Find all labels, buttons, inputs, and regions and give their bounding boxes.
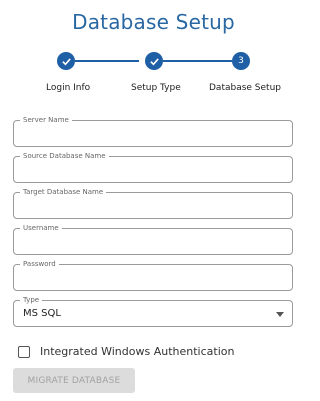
password-field[interactable]: Password: [13, 260, 293, 291]
type-select[interactable]: Type MS SQL: [13, 296, 293, 327]
server-name-label: Server Name: [20, 116, 72, 125]
type-label: Type: [20, 296, 43, 305]
step-connector-1: [75, 60, 139, 62]
username-label: Username: [20, 224, 62, 233]
target-database-name-label: Target Database Name: [20, 188, 107, 197]
check-icon: [149, 57, 159, 65]
source-database-name-label: Source Database Name: [20, 152, 109, 161]
migrate-database-button[interactable]: MIGRATE DATABASE: [13, 368, 135, 393]
target-database-name-field[interactable]: Target Database Name: [13, 188, 293, 219]
page-title: Database Setup: [72, 10, 235, 34]
step-label-database-setup: Database Setup: [209, 83, 281, 93]
integrated-windows-auth-checkbox[interactable]: [18, 346, 30, 358]
step-label-login-info: Login Info: [46, 83, 91, 93]
password-label: Password: [20, 260, 59, 269]
step-label-setup-type: Setup Type: [131, 83, 181, 93]
source-database-name-field[interactable]: Source Database Name: [13, 152, 293, 183]
chevron-down-icon[interactable]: [276, 312, 284, 317]
stepper: 3 Login Info Setup Type Database Setup: [0, 50, 307, 100]
username-field[interactable]: Username: [13, 224, 293, 255]
step-2-complete-indicator: [145, 52, 163, 70]
step-1-complete-indicator: [57, 52, 75, 70]
step-3-number: 3: [238, 56, 244, 66]
type-selected-value: MS SQL: [23, 308, 61, 319]
server-name-field[interactable]: Server Name: [13, 116, 293, 147]
step-3-active-indicator: 3: [232, 52, 250, 70]
integrated-windows-auth-label[interactable]: Integrated Windows Authentication: [40, 345, 234, 358]
step-connector-2: [163, 60, 232, 62]
check-icon: [61, 57, 71, 65]
